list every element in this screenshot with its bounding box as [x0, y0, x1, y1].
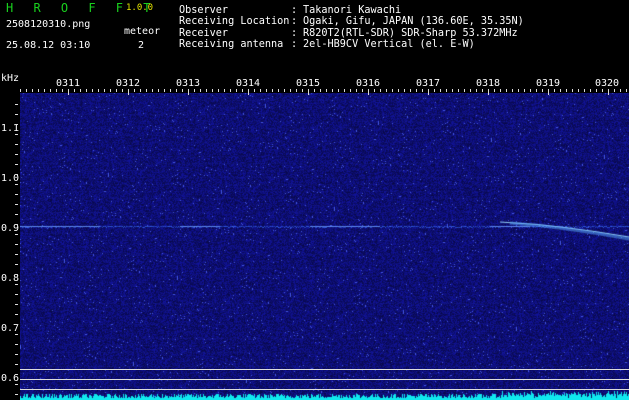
- time-label-0311: 0311: [55, 78, 81, 89]
- time-label-0318: 0318: [475, 78, 501, 89]
- info-value: 2el-HB9CV Vertical (el. E-W): [303, 38, 475, 50]
- info-row-receiver: Receiver: R820T2(RTL-SDR) SDR-Sharp 53.3…: [179, 27, 518, 39]
- freq-label-0-6: 0.6: [1, 373, 20, 384]
- time-label-0312: 0312: [115, 78, 141, 89]
- info-row-observer: Observer: Takanori Kawachi: [179, 5, 402, 16]
- time-label-0319: 0319: [535, 78, 561, 89]
- info-label: Receiver: [179, 27, 229, 39]
- info-row-location: Receiving Location: Ogaki, Gifu, JAPAN (…: [179, 16, 524, 28]
- meteor-count: 2: [138, 40, 145, 51]
- info-label: Observer: [179, 5, 229, 16]
- spectrogram-window: H R O F F T 1.0.0 2508120310.png meteor …: [0, 0, 629, 400]
- info-row-antenna: Receiving antenna: 2el-HB9CV Vertical (e…: [179, 38, 475, 50]
- freq-label-0-7: 0.7: [1, 323, 20, 334]
- time-label-0315: 0315: [295, 78, 321, 89]
- freq-label-1-0: 1.0: [1, 173, 20, 184]
- observation-datetime: 25.08.12 03:10: [6, 40, 91, 51]
- station-info: Observer: Takanori Kawachi Receiving Loc…: [179, 5, 524, 50]
- info-label: Receiving antenna: [179, 38, 284, 50]
- meteor-label: meteor: [124, 26, 161, 37]
- spectrogram-plot: [20, 93, 629, 400]
- time-label-0314: 0314: [235, 78, 261, 89]
- info-value: Takanori Kawachi: [303, 5, 402, 16]
- info-value: Ogaki, Gifu, JAPAN (136.60E, 35.35N): [303, 16, 524, 28]
- freq-label-1-1: 1.1: [1, 123, 20, 134]
- spectrogram-canvas: [20, 93, 629, 400]
- file-name: 2508120310.png: [6, 19, 91, 30]
- time-label-0316: 0316: [355, 78, 381, 89]
- info-label: Receiving Location: [179, 16, 290, 28]
- app-version: 1.0.0: [126, 3, 154, 13]
- freq-label-0-8: 0.8: [1, 273, 20, 284]
- freq-label-0-9: 0.9: [1, 223, 20, 234]
- time-label-0320: 0320: [594, 78, 620, 89]
- time-label-0317: 0317: [415, 78, 441, 89]
- time-label-0313: 0313: [175, 78, 201, 89]
- frequency-unit-label: kHz: [1, 73, 20, 84]
- info-value: R820T2(RTL-SDR) SDR-Sharp 53.372MHz: [303, 27, 518, 39]
